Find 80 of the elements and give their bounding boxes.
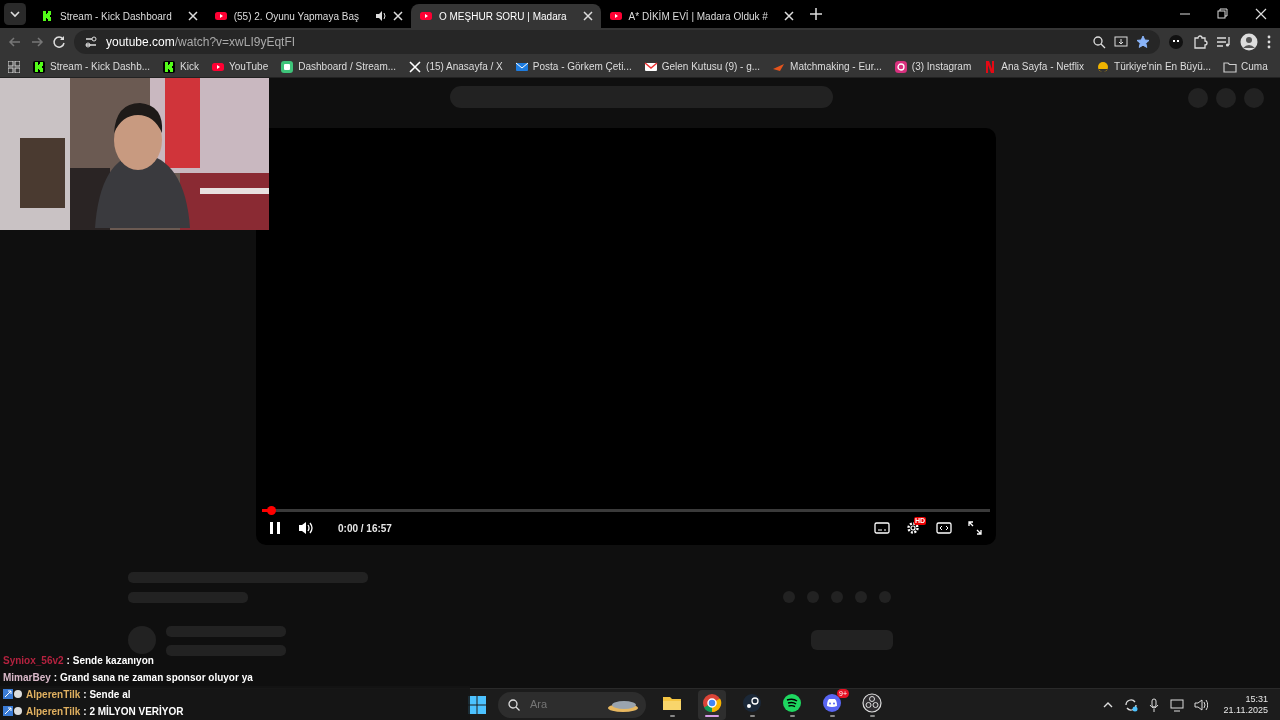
close-icon[interactable] [393, 11, 403, 21]
plus-icon[interactable] [809, 8, 822, 20]
tab-search-button[interactable] [4, 3, 26, 25]
kick-logo-icon [162, 59, 177, 74]
bookmark[interactable]: Stream - Kick Dashb... [32, 59, 151, 74]
bookmark[interactable]: Posta - Görkem Çeti... [514, 59, 632, 74]
reload-icon[interactable] [52, 35, 66, 49]
search-field[interactable]: Ara [528, 695, 598, 714]
theater-mode-icon[interactable] [936, 521, 952, 535]
camera-logo-icon [893, 59, 908, 74]
time-display: 0:00 / 16:57 [338, 521, 392, 536]
bookmark[interactable]: Türkiye'nin En Büyü... [1096, 59, 1212, 74]
extension-mask-icon[interactable] [1168, 34, 1184, 50]
speaker-icon[interactable] [1193, 697, 1208, 712]
steam-logo-icon [742, 692, 762, 713]
chat-username: MimarBey [3, 671, 51, 685]
install-icon[interactable] [1114, 35, 1128, 49]
speaker-icon[interactable] [375, 10, 387, 22]
apps-grid-icon[interactable] [8, 60, 20, 73]
chat-username: Syniox_56v2 [3, 654, 64, 668]
profile-avatar-icon[interactable] [1240, 33, 1258, 51]
play-logo-icon [608, 9, 623, 23]
chat-username: AlperenTilk [26, 705, 81, 719]
taskbar-app[interactable] [698, 689, 726, 720]
fullscreen-icon[interactable] [968, 521, 982, 535]
bookmark[interactable]: Dashboard / Stream... [280, 59, 397, 74]
obs-logo-icon [862, 692, 882, 713]
close-icon[interactable] [1255, 8, 1267, 20]
browser-tab[interactable]: O MEŞHUR SORU | Madara [411, 4, 601, 28]
progress-thumb[interactable] [266, 506, 276, 515]
bookmark[interactable]: (3) Instagram [893, 59, 972, 74]
spotify-logo-icon [782, 692, 802, 713]
forward-arrow-icon[interactable] [30, 35, 44, 49]
folder-icon [1223, 59, 1238, 74]
chrome-logo-icon [702, 692, 722, 713]
close-icon[interactable] [783, 11, 794, 21]
play-logo-icon [213, 9, 228, 23]
search-icon [508, 698, 520, 711]
bookmark[interactable]: Ana Sayfa - Netflix [983, 59, 1085, 74]
browser-tab[interactable]: (55) 2. Oyunu Yapmaya Baş [205, 4, 411, 28]
chat-username: AlperenTilk [26, 688, 81, 702]
chat-message: : Sende al [83, 688, 131, 702]
kick-logo-icon [40, 9, 54, 23]
dashboard-logo-icon [280, 59, 295, 74]
search-bar[interactable]: Ara [498, 691, 646, 718]
volume-icon[interactable] [298, 521, 314, 535]
browser-tab[interactable]: A* DİKİM EVİ | Madara Olduk # [600, 4, 802, 28]
network-icon[interactable] [1169, 697, 1184, 712]
chat-message: : Grand sana ne zaman sponsor oluyor ya [53, 671, 253, 685]
settings-icon[interactable] [906, 521, 920, 535]
close-icon[interactable] [582, 11, 593, 21]
chat-message: : 2 MİLYON VERİYOR [83, 704, 184, 719]
chat-message: : Sende kazanıyon [66, 654, 154, 668]
envelope-icon [643, 59, 658, 74]
pause-icon[interactable] [268, 521, 282, 535]
url-text: youtube.com/watch?v=xwLI9yEqtFI [106, 34, 296, 51]
address-bar[interactable]: youtube.com/watch?v=xwLI9yEqtFI [74, 30, 1160, 54]
more-menu-icon[interactable] [1266, 34, 1272, 50]
bookmark[interactable]: Kick [162, 59, 199, 74]
kick-logo-icon [32, 59, 46, 74]
microphone-icon[interactable] [1147, 697, 1160, 712]
browser-tab[interactable]: Stream - Kick Dashboard [32, 4, 206, 28]
bookmark[interactable]: Gelen Kutusu (9) - g... [643, 59, 761, 74]
restore-icon[interactable] [1217, 8, 1229, 20]
bookmark[interactable]: Cuma [1223, 59, 1268, 74]
clock[interactable]: 15:31 21.11.2025 [1223, 693, 1268, 716]
subtitles-icon[interactable] [874, 521, 890, 535]
media-controls-icon[interactable] [1216, 34, 1232, 50]
bookmark[interactable]: YouTube [210, 59, 269, 74]
zoom-icon[interactable] [1092, 35, 1106, 49]
close-icon[interactable] [187, 11, 198, 21]
star-icon[interactable] [1136, 35, 1150, 49]
site-settings-icon[interactable] [84, 35, 98, 49]
x-logo-icon [408, 59, 423, 74]
puzzle-icon[interactable] [1192, 34, 1208, 50]
bookmark[interactable]: (15) Anasayfa / X [408, 59, 503, 74]
play-logo-icon [419, 9, 433, 23]
back-arrow-icon[interactable] [8, 35, 22, 49]
sync-icon[interactable] [1123, 697, 1138, 712]
bookmark[interactable]: Matchmaking - Eur... [772, 59, 882, 74]
